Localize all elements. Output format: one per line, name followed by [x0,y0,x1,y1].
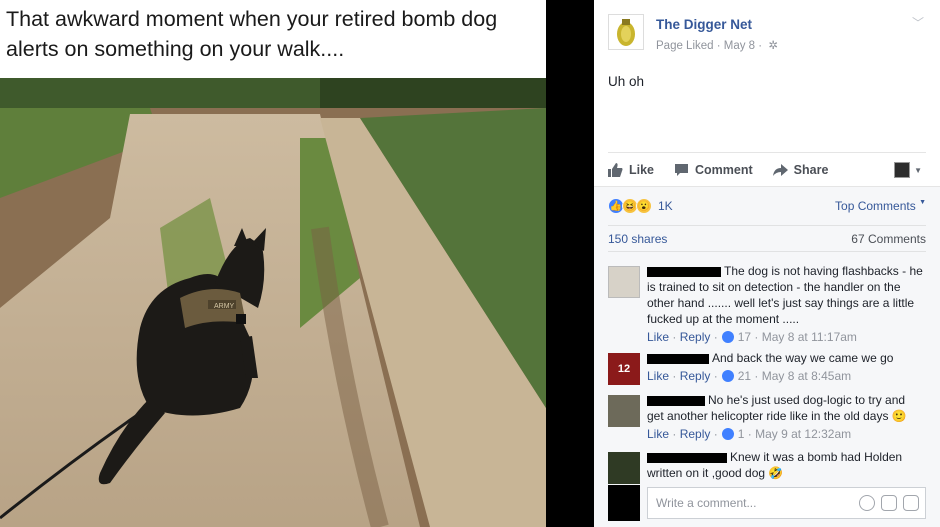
comment-like-link[interactable]: Like [647,427,669,441]
comment-like-link[interactable]: Like [647,330,669,344]
page-name-link[interactable]: The Digger Net [656,17,752,32]
comment-input-placeholder: Write a comment... [656,496,757,510]
comment-meta: Like · Reply · 1 · May 9 at 12:32am [647,427,852,441]
wow-reaction-icon: 😮 [636,198,652,214]
like-count-icon [721,331,734,343]
comment-composer: Write a comment... [608,485,926,521]
comment-like-count: 21 [737,369,752,383]
camera-icon[interactable] [881,495,897,511]
share-icon [772,163,788,176]
like-count-icon [721,370,734,382]
caret-down-icon: ▼ [919,199,926,206]
comment-text: And back the way we came we go [712,351,894,365]
comment-icon [675,163,689,176]
like-button[interactable]: Like [608,162,655,177]
shares-link[interactable]: 150 shares [608,232,667,246]
comment-input[interactable]: Write a comment... [647,487,926,519]
sticker-icon[interactable] [903,495,919,511]
chevron-down-icon[interactable]: ﹀ [912,14,924,31]
vest-label: ARMY [214,303,235,310]
caret-down-icon: ▼ [914,165,922,175]
commenter-avatar[interactable] [608,395,640,427]
comment-label: Comment [695,162,753,177]
comment-body: No he's just used dog-logic to try and g… [647,392,923,424]
emoji-icon[interactable] [859,495,875,511]
top-comments-dropdown[interactable]: Top Comments ▼ [835,199,926,213]
user-avatar [894,162,911,178]
commenter-avatar[interactable] [608,452,640,484]
comment-meta: Like · Reply · 21 · May 8 at 8:45am [647,369,852,383]
commenter-avatar[interactable] [608,266,640,298]
avatar-label: 12 [617,363,631,375]
my-avatar [608,485,640,521]
comment-button[interactable]: Comment [674,163,753,177]
comment-like-link[interactable]: Like [647,369,669,383]
comment-reply-link[interactable]: Reply [680,330,711,344]
comment-reply-link[interactable]: Reply [680,427,711,441]
share-as-selector[interactable]: ▼ [894,162,922,178]
comment-like-count: 1 [737,427,745,441]
reactions-summary[interactable]: 👍 😆 😮 1K [608,198,673,214]
post-meta: Page Liked · May 8 · ✲ [656,38,778,52]
dog-photo: ARMY [0,78,546,527]
redacted-name [647,266,721,277]
smile-emoji-icon: 🙂 [891,409,907,423]
page-avatar[interactable] [608,14,644,50]
globe-icon: ✲ [768,40,778,52]
counts-row: 150 shares 67 Comments [608,225,926,251]
share-button[interactable]: Share [772,162,829,177]
top-comments-label: Top Comments [835,199,916,213]
like-label: Like [629,162,655,177]
laugh-emoji-icon: 🤣 [768,466,784,480]
comment-meta: Like · Reply · 17 · May 8 at 11:17am [647,330,857,344]
composer-icons [853,495,919,511]
post-actions: Like Comment Share ▼ [608,152,926,186]
comment-body: Knew it was a bomb had Holden written on… [647,449,923,481]
redacted-name [647,353,709,364]
post-panel: The Digger Net Page Liked · May 8 · ✲ ﹀ … [594,0,940,527]
redacted-name [647,452,727,463]
thumbs-up-icon [608,162,623,177]
comment-body: The dog is not having flashbacks - he is… [647,263,923,327]
redacted-name [647,395,705,406]
meme-caption: That awkward moment when your retired bo… [6,7,498,61]
post-text: Uh oh [608,74,645,89]
comment-count[interactable]: 67 Comments [851,232,926,246]
comment-time[interactable]: May 8 at 11:17am [762,330,857,344]
post-meta-text: Page Liked · May 8 · [656,40,763,52]
like-count-icon [721,428,734,440]
comment-like-count: 17 [737,330,752,344]
reaction-count: 1K [658,199,673,213]
comment-time[interactable]: May 8 at 8:45am [762,369,851,383]
meme-image[interactable]: That awkward moment when your retired bo… [0,0,546,527]
commenter-avatar[interactable]: 12 [608,353,640,385]
comments-section: 👍 😆 😮 1K Top Comments ▼ 150 shares 67 Co… [594,186,940,527]
comment-body: And back the way we came we go [647,350,923,366]
share-label: Share [793,162,829,177]
comment-reply-link[interactable]: Reply [680,369,711,383]
comment-time[interactable]: May 9 at 12:32am [755,427,851,441]
